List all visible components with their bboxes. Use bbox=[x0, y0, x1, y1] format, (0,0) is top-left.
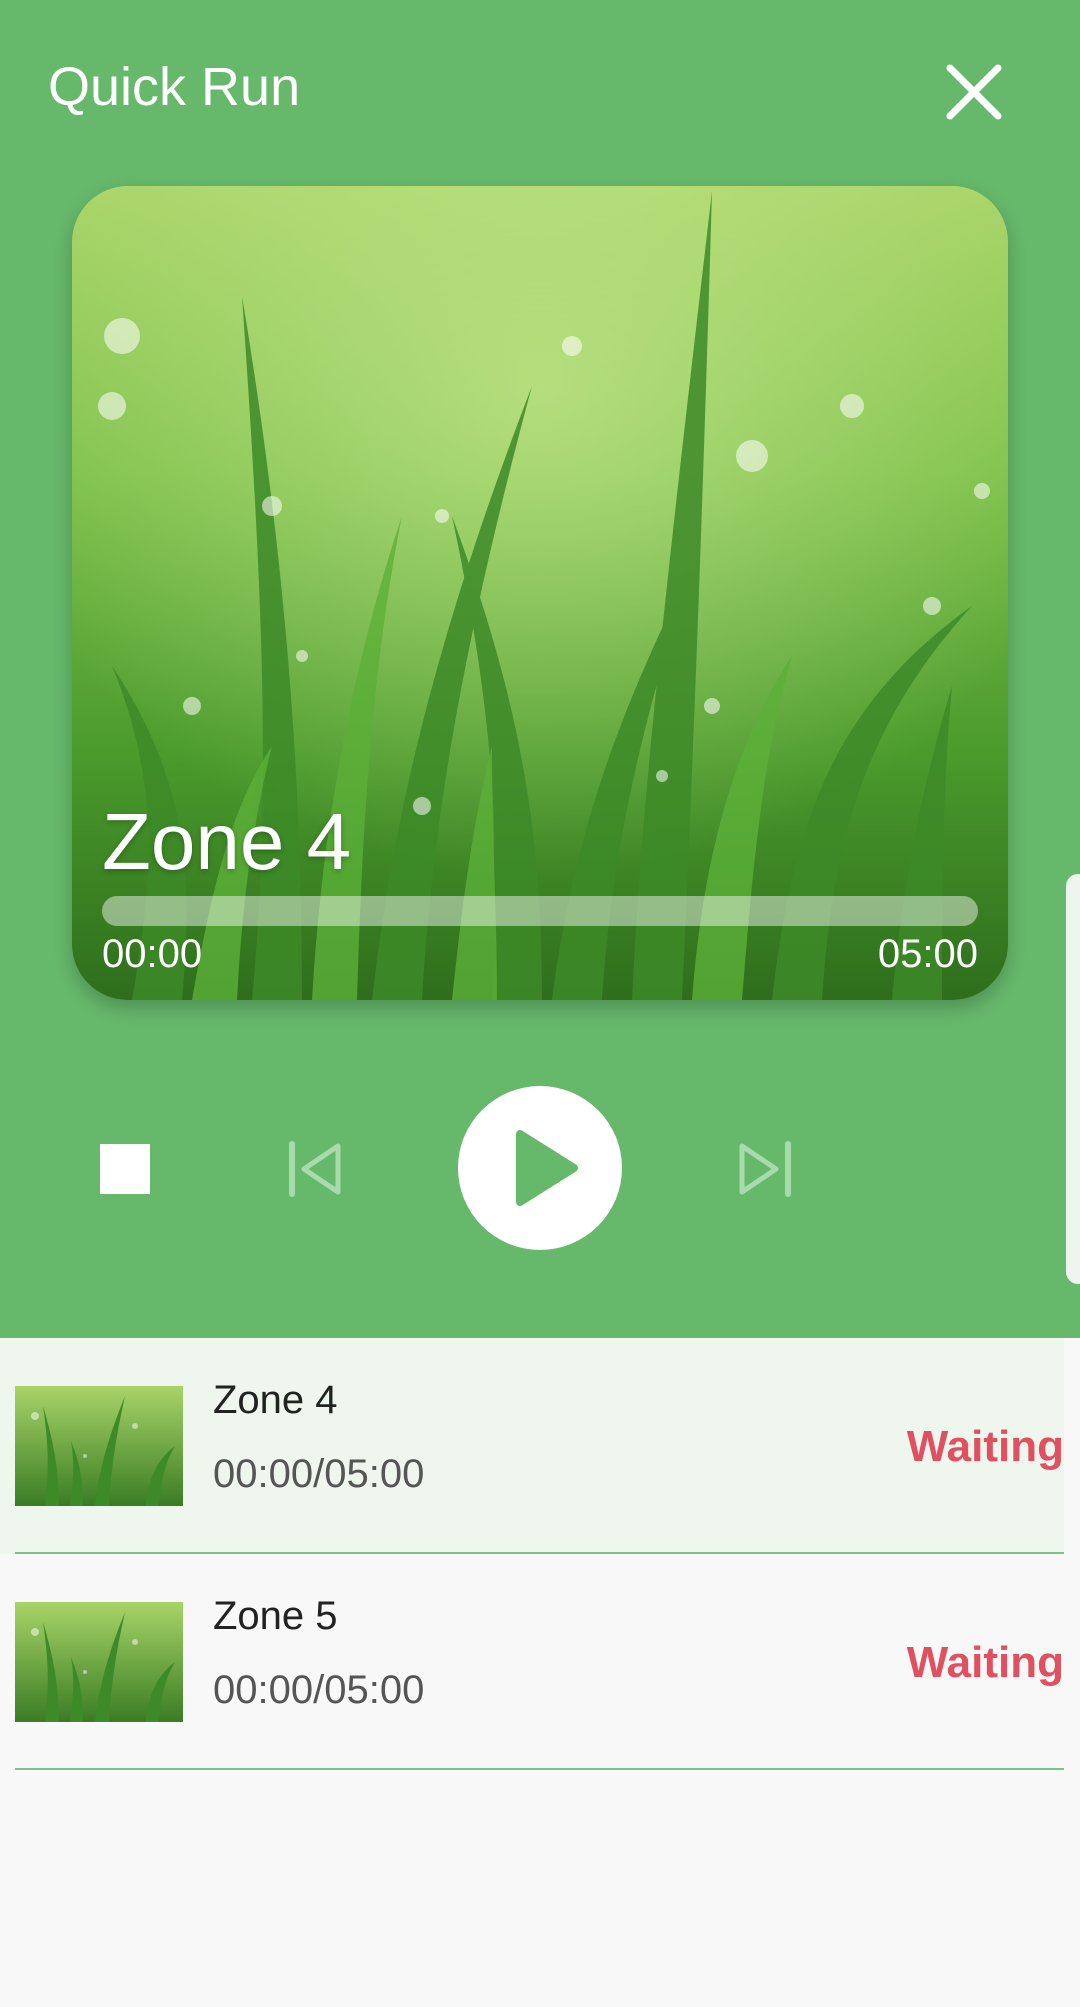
stop-icon bbox=[100, 1144, 150, 1194]
zone-time: 00:00/05:00 bbox=[213, 1452, 425, 1496]
page-title: Quick Run bbox=[48, 57, 301, 117]
now-playing-card: Zone 4 00:00 05:00 bbox=[72, 186, 1008, 1000]
next-button[interactable] bbox=[736, 1140, 792, 1198]
close-icon bbox=[946, 64, 1002, 120]
row-divider bbox=[15, 1768, 1064, 1770]
zone-thumbnail bbox=[15, 1386, 183, 1506]
previous-button[interactable] bbox=[288, 1140, 344, 1198]
zone-name: Zone 5 bbox=[213, 1594, 338, 1638]
player-panel: Quick Run Zone 4 00:00 05:00 bbox=[0, 0, 1080, 1338]
drawer-handle[interactable] bbox=[1066, 874, 1080, 1284]
total-duration: 05:00 bbox=[877, 932, 978, 976]
skip-next-icon bbox=[739, 1141, 791, 1197]
zone-name: Zone 4 bbox=[213, 1378, 338, 1422]
zone-queue-list: Zone 4 00:00/05:00 Waiting Zone 5 00:00/… bbox=[0, 1338, 1080, 1770]
quick-run-screen: Quick Run Zone 4 00:00 05:00 Zone 4 00:0… bbox=[0, 0, 1080, 2007]
close-button[interactable] bbox=[934, 52, 1014, 132]
zone-status: Waiting bbox=[906, 1422, 1064, 1471]
zone-row-zone-4[interactable]: Zone 4 00:00/05:00 Waiting bbox=[0, 1338, 1064, 1554]
progress-bar[interactable] bbox=[102, 896, 978, 926]
elapsed-time: 00:00 bbox=[102, 932, 203, 976]
zone-status: Waiting bbox=[906, 1638, 1064, 1687]
stop-button[interactable] bbox=[100, 1144, 150, 1194]
zone-row-zone-5[interactable]: Zone 5 00:00/05:00 Waiting bbox=[0, 1554, 1080, 1770]
play-icon bbox=[516, 1130, 578, 1206]
play-button[interactable] bbox=[458, 1086, 622, 1250]
zone-time: 00:00/05:00 bbox=[213, 1668, 425, 1712]
zone-thumbnail bbox=[15, 1602, 183, 1722]
now-playing-zone-name: Zone 4 bbox=[102, 797, 352, 886]
skip-previous-icon bbox=[289, 1141, 341, 1197]
